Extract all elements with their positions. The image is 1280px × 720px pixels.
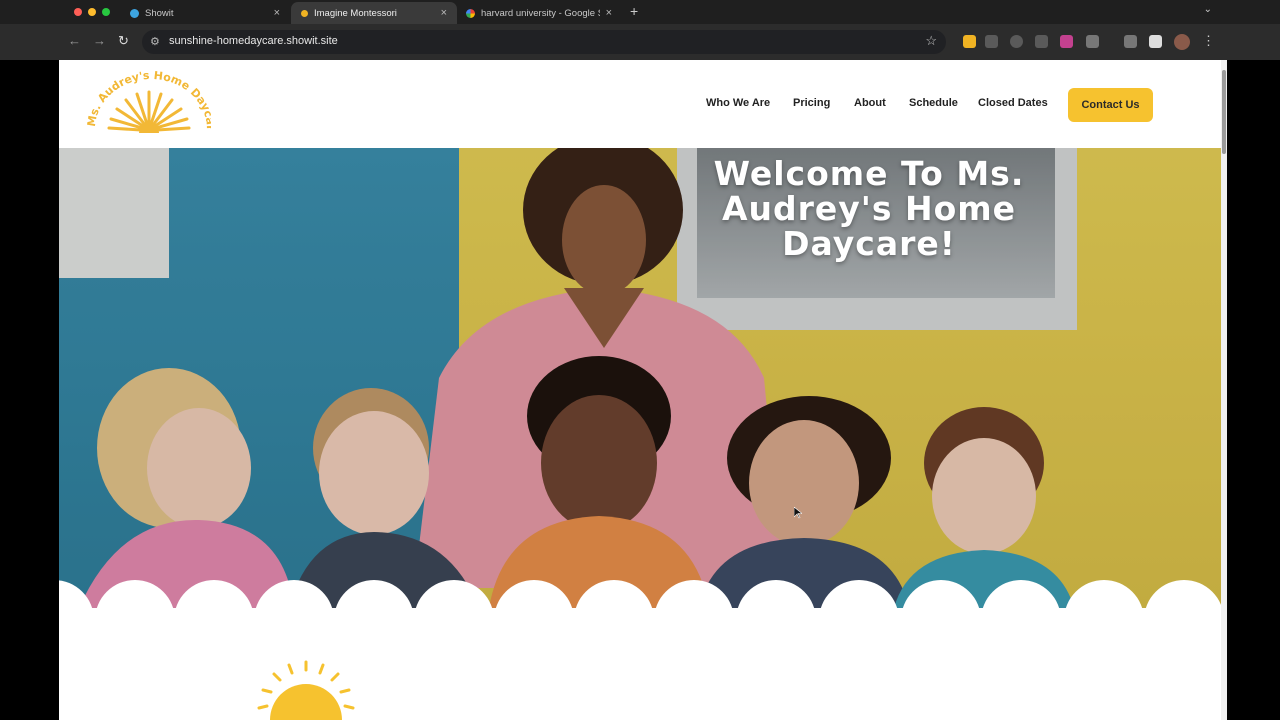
extension-color-icon[interactable] <box>1060 35 1073 48</box>
sun-icon <box>257 660 355 720</box>
close-window-button[interactable] <box>74 8 82 16</box>
forward-arrow-icon[interactable]: → <box>93 33 106 48</box>
montessori-icon <box>301 9 308 17</box>
profile-avatar[interactable] <box>1174 34 1190 50</box>
extension-camera-icon[interactable] <box>1035 35 1048 48</box>
reload-icon[interactable]: ↻ <box>118 33 129 49</box>
scalloped-divider <box>59 580 1221 620</box>
page-viewport: Ms. Audrey's Home Daycare Who We Are Pri… <box>59 60 1221 720</box>
hero-section: Welcome To Ms. Audrey's Home Daycare! <box>59 148 1221 608</box>
site-header: Ms. Audrey's Home Daycare Who We Are Pri… <box>59 60 1221 148</box>
hero-title-line: Audrey's Home <box>721 189 1017 228</box>
contact-us-button[interactable]: Contact Us <box>1068 88 1153 122</box>
tab-close-icon[interactable]: × <box>606 7 612 19</box>
tab-title: Showit <box>145 7 174 19</box>
browser-menu-icon[interactable]: ⋮ <box>1202 33 1215 49</box>
address-bar[interactable]: ⚙ sunshine-homedaycare.showit.site ☆ <box>142 30 946 54</box>
tab-google-search[interactable]: harvard university - Google S × <box>456 2 622 24</box>
new-tab-button[interactable]: + <box>630 3 638 19</box>
tab-title: Imagine Montessori <box>314 7 397 19</box>
showit-icon <box>130 8 139 18</box>
side-panel-icon[interactable] <box>1149 35 1162 48</box>
scrollbar-thumb[interactable] <box>1222 70 1226 154</box>
nav-who-we-are[interactable]: Who We Are <box>706 97 770 109</box>
nav-schedule[interactable]: Schedule <box>909 97 958 109</box>
screen-edge <box>1227 60 1280 720</box>
extension-icon[interactable] <box>985 35 998 48</box>
reading-list-icon[interactable] <box>1124 35 1137 48</box>
google-icon <box>466 8 475 18</box>
tab-close-icon[interactable]: × <box>441 7 447 19</box>
extensions-puzzle-icon[interactable] <box>1086 35 1099 48</box>
tab-search-chevron-icon[interactable]: ⌄ <box>1204 4 1212 15</box>
mouse-cursor-icon <box>794 507 802 519</box>
hero-title: Welcome To Ms. Audrey's Home Daycare! <box>669 156 1069 261</box>
hero-title-line: Welcome To Ms. <box>713 154 1025 193</box>
site-info-icon[interactable]: ⚙ <box>150 35 160 48</box>
url-text: sunshine-homedaycare.showit.site <box>169 35 338 47</box>
site-logo[interactable]: Ms. Audrey's Home Daycare <box>87 67 211 141</box>
nav-about[interactable]: About <box>854 97 886 109</box>
tab-close-icon[interactable]: × <box>274 7 280 19</box>
nav-closed-dates[interactable]: Closed Dates <box>978 97 1048 109</box>
hero-title-line: Daycare! <box>782 224 956 263</box>
browser-tab-bar: Showit × Imagine Montessori × harvard un… <box>0 0 1280 24</box>
minimize-window-button[interactable] <box>88 8 96 16</box>
tab-imagine-montessori[interactable]: Imagine Montessori × <box>291 2 457 24</box>
browser-toolbar: ← → ↻ ⚙ sunshine-homedaycare.showit.site… <box>0 24 1280 60</box>
extension-k-icon[interactable] <box>963 35 976 48</box>
zoom-window-button[interactable] <box>102 8 110 16</box>
extension-w-icon[interactable] <box>1010 35 1023 48</box>
nav-pricing[interactable]: Pricing <box>793 97 830 109</box>
back-arrow-icon[interactable]: ← <box>68 33 81 48</box>
bookmark-star-icon[interactable]: ☆ <box>925 33 937 49</box>
tab-showit[interactable]: Showit × <box>120 2 290 24</box>
tab-title: harvard university - Google S <box>481 7 600 19</box>
